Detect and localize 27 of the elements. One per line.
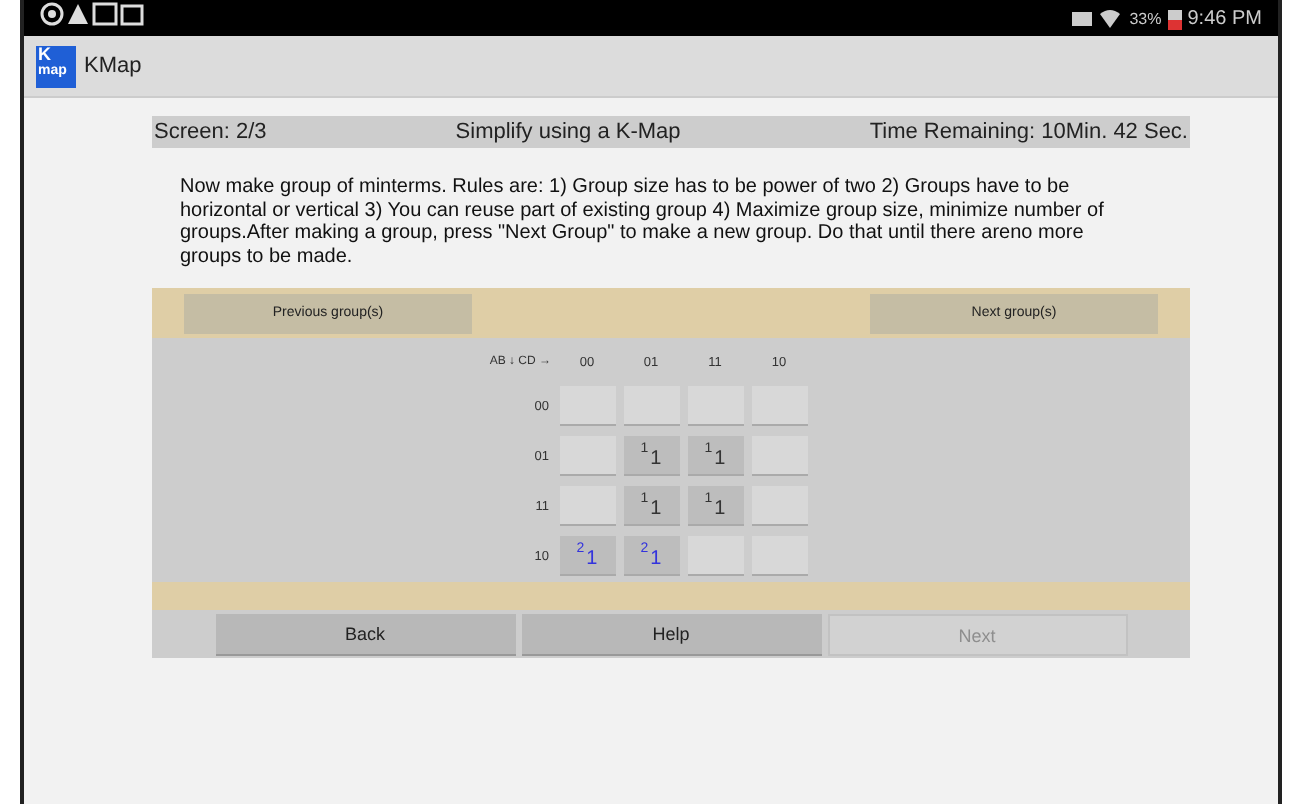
- kmap-cell[interactable]: [687, 536, 743, 576]
- help-button[interactable]: Help: [521, 614, 821, 656]
- battery-icon: [1167, 7, 1182, 29]
- kmap-cell[interactable]: [559, 386, 615, 426]
- kmap-cell[interactable]: $^{1}$ 1: [687, 486, 743, 526]
- back-button[interactable]: Back: [215, 614, 515, 656]
- kmap-cell[interactable]: [751, 436, 807, 476]
- kmap-cell[interactable]: $^{2}$ 1: [559, 536, 615, 576]
- kmap-cell[interactable]: [559, 486, 615, 526]
- kmap-cell[interactable]: [751, 386, 807, 426]
- battery-percent: 33%: [1129, 9, 1162, 27]
- kmap-cell[interactable]: $^{1}$ 1: [623, 486, 679, 526]
- signal-icons: [1071, 7, 1124, 29]
- clock: 9:46 PM: [1187, 7, 1262, 29]
- screen-title: Simplify using a K-Map: [455, 120, 681, 144]
- time-remaining: Time Remaining: 10Min. 42 Sec.: [869, 120, 1188, 144]
- kmap-cell[interactable]: $^{2}$ 1: [623, 536, 679, 576]
- kmap-cell[interactable]: [687, 386, 743, 426]
- kmap-cell[interactable]: [751, 536, 807, 576]
- kmap-cell[interactable]: [751, 486, 807, 526]
- kmap-cell[interactable]: [623, 386, 679, 426]
- instructions-text: Now make group of minterms. Rules are: 1) Group size has to be power of two 2) Groups have to be horizontal or vertical 3) You can reuse part of existing group 4) Maximize group size, minimize number of groups.After making a group, press "Next Group" to make a new group. Do that until there areno more groups to be made.: [180, 176, 1106, 268]
- kmap-cell[interactable]: $^{1}$ 1: [623, 436, 679, 476]
- kmap-cell[interactable]: $^{1}$ 1: [687, 436, 743, 476]
- screen-counter: Screen: 2/3: [154, 120, 267, 144]
- kmap-cell[interactable]: [559, 436, 615, 476]
- app-title: KMap: [84, 54, 142, 78]
